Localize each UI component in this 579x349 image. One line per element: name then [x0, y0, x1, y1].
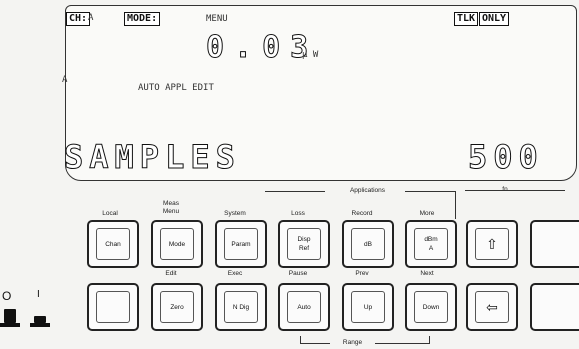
- prev-label: Prev: [355, 270, 369, 277]
- range-bracket-left: [300, 343, 330, 344]
- channel-value: A: [88, 13, 94, 23]
- up-arrow-key[interactable]: ⇧: [466, 220, 518, 268]
- fn-bracket: [465, 190, 565, 191]
- dbm-key-line1: dBm: [424, 236, 438, 243]
- channel-tag: CH:: [66, 12, 91, 26]
- system-label: System: [224, 210, 246, 217]
- range-bracket-right: [375, 343, 430, 344]
- mode-key[interactable]: Mode: [151, 220, 203, 268]
- reading-unit: µ W: [302, 50, 319, 60]
- range-label: Range: [342, 339, 363, 346]
- record-label: Record: [351, 210, 373, 217]
- db-key-label: dB: [364, 240, 372, 248]
- param-key-label: Param: [231, 240, 251, 248]
- zero-key[interactable]: Zero: [151, 283, 203, 331]
- param-key[interactable]: Param: [215, 220, 267, 268]
- n-dig-key[interactable]: N Dig: [215, 283, 267, 331]
- disp-ref-key-line2: Ref: [298, 245, 310, 252]
- status-text: AUTO APPL EDIT: [138, 83, 214, 93]
- lcd-display: CH: A MODE: MENU TLK ONLY 0.03 µ W A AUT…: [62, 5, 577, 181]
- db-key[interactable]: dB: [342, 220, 394, 268]
- up-key-label: Up: [363, 303, 373, 311]
- menu-label: MENU: [206, 14, 228, 24]
- chan-key[interactable]: Chan: [87, 220, 139, 268]
- menu-label-2: Menu: [162, 208, 180, 215]
- next-label: Next: [420, 270, 434, 277]
- chan-key-label: Chan: [105, 240, 121, 248]
- left-arrow-key[interactable]: ⇦: [466, 283, 518, 331]
- up-arrow-icon: ⇧: [486, 235, 498, 252]
- right-key-partial[interactable]: [530, 283, 579, 331]
- power-on-symbol: I: [37, 289, 40, 300]
- disp-ref-key-line1: Disp: [297, 236, 311, 243]
- applications-label: Applications: [349, 187, 386, 194]
- talk-tag: TLK: [454, 12, 479, 26]
- auto-key[interactable]: Auto: [278, 283, 330, 331]
- blank-key[interactable]: [87, 283, 139, 331]
- range-bracket-right-tick: [429, 336, 430, 343]
- power-on-button[interactable]: [34, 316, 46, 323]
- applications-bracket-right: [405, 191, 455, 192]
- down-key[interactable]: Down: [405, 283, 457, 331]
- power-off-base: [0, 323, 20, 327]
- more-label: More: [419, 210, 435, 217]
- n-dig-key-label: N Dig: [232, 303, 250, 311]
- mode-key-label: Mode: [168, 240, 186, 248]
- power-off-symbol: O: [2, 289, 12, 303]
- channel-marker: A: [62, 75, 68, 85]
- disp-ref-key[interactable]: Disp Ref: [278, 220, 330, 268]
- meas-label: Meas: [163, 200, 179, 207]
- main-label: SAMPLES: [64, 138, 241, 177]
- main-value: 500: [468, 138, 544, 177]
- applications-bracket-left: [265, 191, 325, 192]
- down-key-label: Down: [422, 303, 440, 311]
- pause-label: Pause: [288, 270, 308, 277]
- only-tag: ONLY: [479, 12, 510, 26]
- range-bracket-left-tick: [300, 336, 301, 343]
- dbm-key[interactable]: dBm A: [405, 220, 457, 268]
- edit-label: Edit: [165, 270, 177, 277]
- left-arrow-icon: ⇦: [486, 298, 498, 315]
- local-label: Local: [102, 210, 118, 217]
- up-key[interactable]: Up: [342, 283, 394, 331]
- exec-label: Exec: [227, 270, 243, 277]
- power-on-base: [30, 323, 50, 327]
- loss-label: Loss: [291, 210, 305, 217]
- mode-tag: MODE:: [124, 12, 161, 26]
- zero-key-label: Zero: [170, 303, 184, 311]
- dbm-key-line2: A: [428, 245, 434, 252]
- fn-key-partial[interactable]: [530, 220, 579, 268]
- auto-key-label: Auto: [297, 303, 311, 311]
- power-off-button[interactable]: [4, 309, 16, 323]
